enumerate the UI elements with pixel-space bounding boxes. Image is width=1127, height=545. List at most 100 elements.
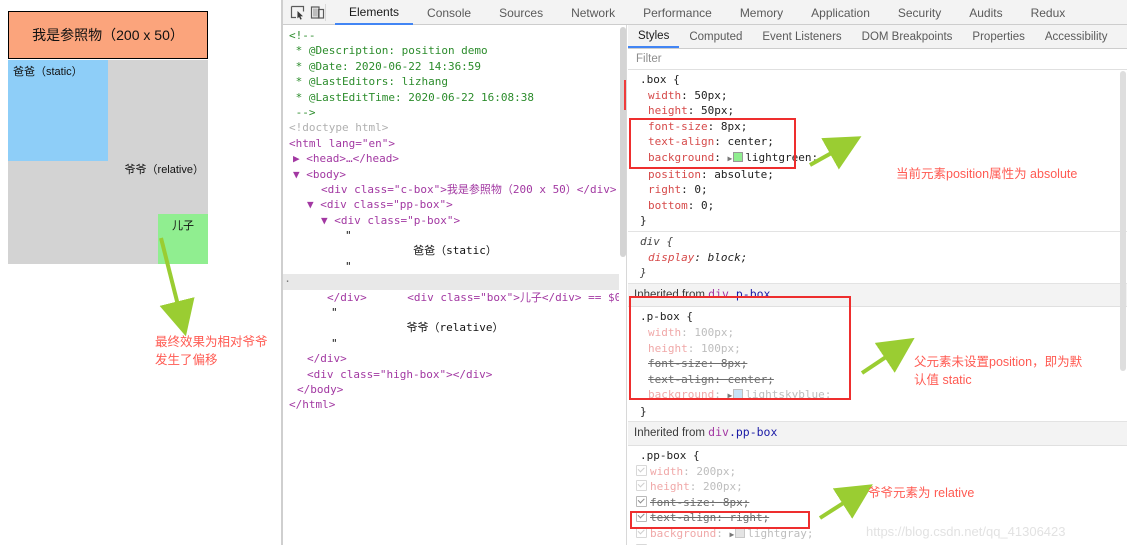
pp-box-label: 爷爷（relative） — [124, 164, 204, 176]
devtools-panel: Elements Console Sources Network Perform… — [283, 0, 1127, 545]
inspect-element-icon[interactable] — [289, 4, 306, 21]
color-swatch-icon[interactable] — [735, 528, 746, 539]
subtab-computed-label: Computed — [689, 30, 743, 43]
dom-line[interactable]: * @Date: 2020-06-22 14:36:59 — [283, 59, 627, 74]
expand-dots-icon[interactable]: ··· — [283, 274, 291, 289]
expand-triangle-icon[interactable]: ▶ — [729, 530, 734, 539]
selector-div: div { — [640, 234, 674, 248]
styles-filter-bar[interactable]: Filter — [628, 49, 1127, 70]
prop-enable-checkbox[interactable] — [636, 464, 647, 476]
dom-styles-divider[interactable] — [626, 25, 627, 545]
style-rule-box[interactable]: .box { width: 50px; height: 50px; font-s… — [628, 70, 1127, 232]
tab-sources[interactable]: Sources — [485, 0, 557, 25]
styles-scrollbar[interactable] — [1119, 71, 1127, 545]
subtab-properties-label: Properties — [972, 30, 1025, 43]
dom-line-high-box[interactable]: <div class="high-box"></div> — [283, 367, 627, 382]
tab-sources-label: Sources — [499, 5, 544, 20]
subtab-styles[interactable]: Styles — [628, 25, 680, 48]
p-box-label: 爸爸（static） — [13, 66, 83, 78]
subtab-properties[interactable]: Properties — [962, 25, 1034, 48]
tab-console-label: Console — [427, 5, 472, 20]
dom-line-close-div[interactable]: </div> — [283, 351, 627, 366]
expand-triangle-icon[interactable]: ▶ — [727, 154, 732, 163]
prop-row[interactable]: width: 50px; — [634, 88, 1127, 104]
tab-console[interactable]: Console — [413, 0, 485, 25]
dom-line[interactable]: --> — [283, 105, 627, 120]
tab-memory[interactable]: Memory — [726, 0, 797, 25]
tab-network-label: Network — [571, 5, 616, 20]
note-left-effect: 最终效果为相对爷爷发生了偏移 — [155, 333, 279, 369]
dom-tree-pane[interactable]: <!-- * @Description: position demo * @Da… — [283, 25, 627, 545]
prop-enable-checkbox[interactable] — [636, 495, 647, 507]
dom-line-doctype[interactable]: <!doctype html> — [283, 120, 627, 135]
tab-elements-label: Elements — [349, 4, 400, 19]
dom-line-selected-box[interactable]: ···<div class="box">儿子</div> == $0 — [283, 274, 627, 304]
dom-line[interactable]: <!-- — [283, 28, 627, 43]
rule-close-brace: } — [640, 404, 647, 418]
dom-line-text-parent[interactable]: 爸爸（static） — [283, 243, 627, 258]
styles-scrollbar-thumb[interactable] — [1120, 71, 1126, 371]
selector-p-box: .p-box { — [640, 310, 693, 324]
prop-enable-checkbox[interactable] — [636, 480, 647, 492]
inherited-header-p-box: Inherited from div.p-box — [628, 283, 1127, 308]
subtab-styles-label: Styles — [638, 29, 670, 42]
dom-line-quote[interactable]: " — [283, 228, 627, 243]
subtab-event-listeners-label: Event Listeners — [762, 30, 842, 43]
dom-line-c-box[interactable]: <div class="c-box">我是参照物（200 x 50）</div> — [283, 182, 627, 197]
inherited-label: Inherited from — [634, 427, 705, 440]
style-rules-list: .box { width: 50px; height: 50px; font-s… — [628, 70, 1127, 545]
box-child-label: 儿子 — [172, 220, 194, 232]
dom-line-quote[interactable]: " — [283, 259, 627, 274]
tab-audits[interactable]: Audits — [955, 0, 1016, 25]
device-toolbar-icon[interactable] — [309, 4, 326, 21]
tab-elements[interactable]: Elements — [335, 0, 414, 25]
dom-line-close-body[interactable]: </body> — [283, 382, 627, 397]
prop-row-bottom[interactable]: bottom: 0; — [634, 198, 1127, 214]
tab-application[interactable]: Application — [797, 0, 884, 25]
dom-line-p-box[interactable]: ▼ <div class="p-box"> — [283, 213, 627, 228]
subtab-computed[interactable]: Computed — [679, 25, 752, 48]
note-grandparent-relative: 爷爷元素为 relative — [868, 484, 974, 502]
prop-row[interactable]: display: block; — [634, 250, 1127, 266]
rule-close-brace: } — [640, 214, 647, 228]
prop-enable-checkbox[interactable] — [636, 511, 647, 523]
note-grandparent-relative-text: 爷爷元素为 relative — [868, 486, 975, 500]
style-rule-div-ua[interactable]: div { display: block; } — [628, 232, 1127, 284]
selector-pp-box: .pp-box { — [640, 449, 700, 463]
subtab-dom-breakpoints[interactable]: DOM Breakpoints — [852, 25, 963, 48]
dom-line-pp-box[interactable]: ▼ <div class="pp-box"> — [283, 197, 627, 212]
dom-line-close-html[interactable]: </html> — [283, 397, 627, 412]
dom-line[interactable]: * @LastEditTime: 2020-06-22 16:08:38 — [283, 90, 627, 105]
watermark-text: https://blog.csdn.net/qq_41306423 — [866, 524, 1066, 539]
prop-row[interactable]: width: 200px; — [634, 464, 1127, 480]
tab-redux[interactable]: Redux — [1017, 0, 1080, 25]
dom-line-head[interactable]: ▶ <head>…</head> — [283, 151, 627, 166]
expand-triangle-icon[interactable]: ▶ — [727, 391, 732, 400]
color-swatch-icon[interactable] — [733, 151, 744, 162]
dom-line-quote[interactable]: " — [283, 305, 627, 320]
dom-line-text-grandparent[interactable]: 爷爷（relative） — [283, 320, 627, 335]
subtab-accessibility[interactable]: Accessibility — [1035, 25, 1118, 48]
tab-performance[interactable]: Performance — [629, 0, 726, 25]
tab-network[interactable]: Network — [557, 0, 629, 25]
prop-row[interactable]: text-align: center; — [634, 134, 1127, 150]
rendered-page-pane: 我是参照物（200 x 50） 爸爸（static） 爷爷（relative） … — [0, 0, 281, 545]
subtab-event-listeners[interactable]: Event Listeners — [752, 25, 851, 48]
color-swatch-icon[interactable] — [733, 389, 744, 400]
dom-line-body[interactable]: ▼ <body> — [283, 167, 627, 182]
prop-row-right[interactable]: right: 0; — [634, 182, 1127, 198]
prop-enable-checkbox[interactable] — [636, 527, 647, 539]
note-parent-static: 父元素未设置position，即为默 认值 static — [914, 353, 1114, 389]
inherited-label: Inherited from — [634, 288, 705, 301]
dom-line[interactable]: * @LastEditors: lizhang — [283, 74, 627, 89]
dom-line-html[interactable]: <html lang="en"> — [283, 136, 627, 151]
screenshot-root: 我是参照物（200 x 50） 爸爸（static） 爷爷（relative） … — [0, 0, 1127, 545]
prop-row[interactable]: font-size: 8px; — [634, 119, 1127, 135]
prop-row[interactable]: width: 100px; — [634, 325, 1127, 341]
c-box-reference-block: 我是参照物（200 x 50） — [8, 11, 208, 59]
tab-security[interactable]: Security — [884, 0, 955, 25]
dom-line-quote[interactable]: " — [283, 336, 627, 351]
prop-row-background[interactable]: background: ▶ lightskyblue; — [634, 387, 1127, 404]
dom-line[interactable]: * @Description: position demo — [283, 43, 627, 58]
prop-row[interactable]: height: 50px; — [634, 103, 1127, 119]
